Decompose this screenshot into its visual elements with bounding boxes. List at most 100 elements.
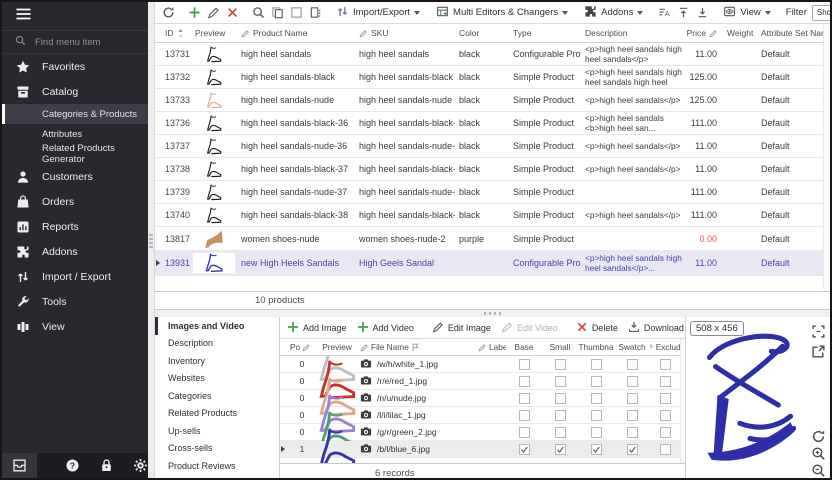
- thumbnail-checkbox[interactable]: [591, 444, 602, 455]
- delete-product-button[interactable]: [223, 4, 241, 22]
- add-image-button[interactable]: Add Image: [283, 319, 351, 337]
- tab-related-products[interactable]: Related Products: [155, 405, 279, 423]
- column-header-price[interactable]: Price: [683, 28, 723, 38]
- tab-description[interactable]: Description: [155, 335, 279, 353]
- product-row[interactable]: 13739high heel sandals-nude-37high heel …: [155, 181, 823, 204]
- product-row[interactable]: 13736high heel sandals-black-36high heel…: [155, 112, 823, 135]
- base-checkbox[interactable]: [519, 410, 530, 421]
- gear-icon[interactable]: [133, 458, 148, 473]
- column-header-preview[interactable]: Preview: [191, 28, 237, 38]
- product-row[interactable]: 13737high heel sandals-nude-36high heel …: [155, 135, 823, 158]
- menu-search-input[interactable]: Find menu item: [2, 30, 148, 54]
- sidebar-item-customers[interactable]: Customers: [2, 164, 148, 189]
- addons-dropdown[interactable]: Addons: [580, 4, 647, 22]
- thumbnail-checkbox[interactable]: [591, 427, 602, 438]
- base-checkbox[interactable]: [519, 444, 530, 455]
- add-video-button[interactable]: Add Video: [353, 319, 418, 337]
- small-checkbox[interactable]: [555, 410, 566, 421]
- small-checkbox[interactable]: [555, 393, 566, 404]
- column-header-sku[interactable]: SKU: [355, 28, 455, 38]
- expand-all-button[interactable]: [674, 4, 692, 22]
- column-header-preview[interactable]: Preview: [314, 342, 360, 352]
- thumbnail-checkbox[interactable]: [591, 359, 602, 370]
- menu-toggle-button[interactable]: [2, 2, 148, 30]
- base-checkbox[interactable]: [519, 359, 530, 370]
- product-row[interactable]: 13817women shoes-nudewomen shoes-nude-2p…: [155, 227, 823, 251]
- open-external-icon[interactable]: [811, 344, 826, 359]
- product-row[interactable]: 13740high heel sandals-black-38high heel…: [155, 204, 823, 227]
- zoom-in-icon[interactable]: [811, 446, 826, 461]
- small-checkbox[interactable]: [555, 444, 566, 455]
- sidebar-item-favorites[interactable]: Favorites: [2, 54, 148, 79]
- multi-editors-dropdown[interactable]: Multi Editors & Changers: [432, 4, 572, 22]
- base-checkbox[interactable]: [519, 393, 530, 404]
- add-product-button[interactable]: [185, 4, 203, 22]
- exclude-checkbox[interactable]: [660, 444, 671, 455]
- exclude-checkbox[interactable]: [660, 376, 671, 387]
- sidebar-bottom-active-tile[interactable]: [2, 453, 37, 478]
- lock-icon[interactable]: [99, 458, 114, 473]
- tab-images-and-video[interactable]: Images and Video: [155, 317, 279, 335]
- base-checkbox[interactable]: [519, 427, 530, 438]
- collapse-all-button[interactable]: [693, 4, 711, 22]
- swatch-checkbox[interactable]: [627, 410, 638, 421]
- edit-image-button[interactable]: Edit Image: [428, 319, 495, 337]
- sidebar-item-orders[interactable]: Orders: [2, 189, 148, 214]
- product-row[interactable]: 13931new High Heels SandalsHigh Geels Sa…: [155, 251, 823, 276]
- column-header-swatch[interactable]: Swatch: [614, 342, 650, 352]
- refresh-button[interactable]: [159, 4, 177, 22]
- column-header-base[interactable]: Base: [506, 342, 542, 352]
- column-header-weight[interactable]: Weight: [723, 28, 757, 38]
- filter-select[interactable]: Show products from selected categories: [812, 5, 830, 21]
- sidebar-subitem-attributes[interactable]: Attributes: [2, 124, 148, 144]
- column-header-id[interactable]: ID: [155, 28, 191, 39]
- sidebar-item-view[interactable]: View: [2, 314, 148, 339]
- swatch-checkbox[interactable]: [627, 359, 638, 370]
- sidebar-subitem-categories-products[interactable]: Categories & Products: [2, 104, 148, 124]
- tab-websites[interactable]: Websites: [155, 370, 279, 388]
- sidebar-item-import-export[interactable]: Import / Export: [2, 264, 148, 289]
- product-row[interactable]: 13733high heel sandals-nudehigh heel san…: [155, 89, 823, 112]
- product-row[interactable]: 13732high heel sandals-blackhigh heel sa…: [155, 66, 823, 89]
- sidebar-item-addons[interactable]: Addons: [2, 239, 148, 264]
- horizontal-splitter[interactable]: [155, 310, 830, 317]
- select-checkbox-button[interactable]: [287, 4, 305, 22]
- sidebar-item-catalog[interactable]: Catalog: [2, 79, 148, 104]
- tab-cross-sells[interactable]: Cross-sells: [155, 440, 279, 458]
- product-row[interactable]: 13731high heel sandalshigh heel sandalsb…: [155, 43, 823, 66]
- exclude-checkbox[interactable]: [660, 427, 671, 438]
- column-header-type[interactable]: Type: [509, 28, 581, 38]
- swatch-checkbox[interactable]: [627, 376, 638, 387]
- tab-product-reviews[interactable]: Product Reviews: [155, 457, 279, 475]
- fit-screen-icon[interactable]: [811, 324, 826, 339]
- view-dropdown[interactable]: View: [719, 4, 774, 22]
- column-header-product-name[interactable]: Product Name: [237, 28, 355, 38]
- column-header-color[interactable]: Color: [455, 28, 509, 38]
- small-checkbox[interactable]: [555, 376, 566, 387]
- copy-button[interactable]: [268, 4, 286, 22]
- tab-up-sells[interactable]: Up-sells: [155, 422, 279, 440]
- product-row[interactable]: 13738high heel sandals-black-37high heel…: [155, 158, 823, 181]
- edit-product-button[interactable]: [204, 4, 222, 22]
- thumbnail-checkbox[interactable]: [591, 376, 602, 387]
- autosize-columns-button[interactable]: A: [655, 4, 673, 22]
- image-row[interactable]: 1/b/l/blue_6.jpg: [280, 441, 680, 458]
- column-header-attribute-set-name[interactable]: Attribute Set Name: [757, 28, 823, 38]
- help-icon[interactable]: ?: [65, 458, 80, 473]
- column-header-label[interactable]: Label: [478, 342, 506, 352]
- base-checkbox[interactable]: [519, 376, 530, 387]
- column-header-file-name[interactable]: File Name: [360, 342, 478, 352]
- column-header-thumbna[interactable]: Thumbna: [578, 342, 614, 352]
- small-checkbox[interactable]: [555, 359, 566, 370]
- sidebar-item-tools[interactable]: Tools: [2, 289, 148, 314]
- column-header-description[interactable]: Description: [581, 28, 683, 38]
- exclude-checkbox[interactable]: [660, 359, 671, 370]
- column-header-exclude[interactable]: Exclude: [650, 342, 680, 352]
- thumbnail-checkbox[interactable]: [591, 410, 602, 421]
- exclude-checkbox[interactable]: [660, 393, 671, 404]
- sidebar-subitem-related-products-generator[interactable]: Related Products Generator: [2, 144, 148, 164]
- column-header-small[interactable]: Small: [542, 342, 578, 352]
- vertical-splitter[interactable]: [148, 2, 155, 478]
- exclude-checkbox[interactable]: [660, 410, 671, 421]
- rotate-icon[interactable]: [811, 429, 826, 444]
